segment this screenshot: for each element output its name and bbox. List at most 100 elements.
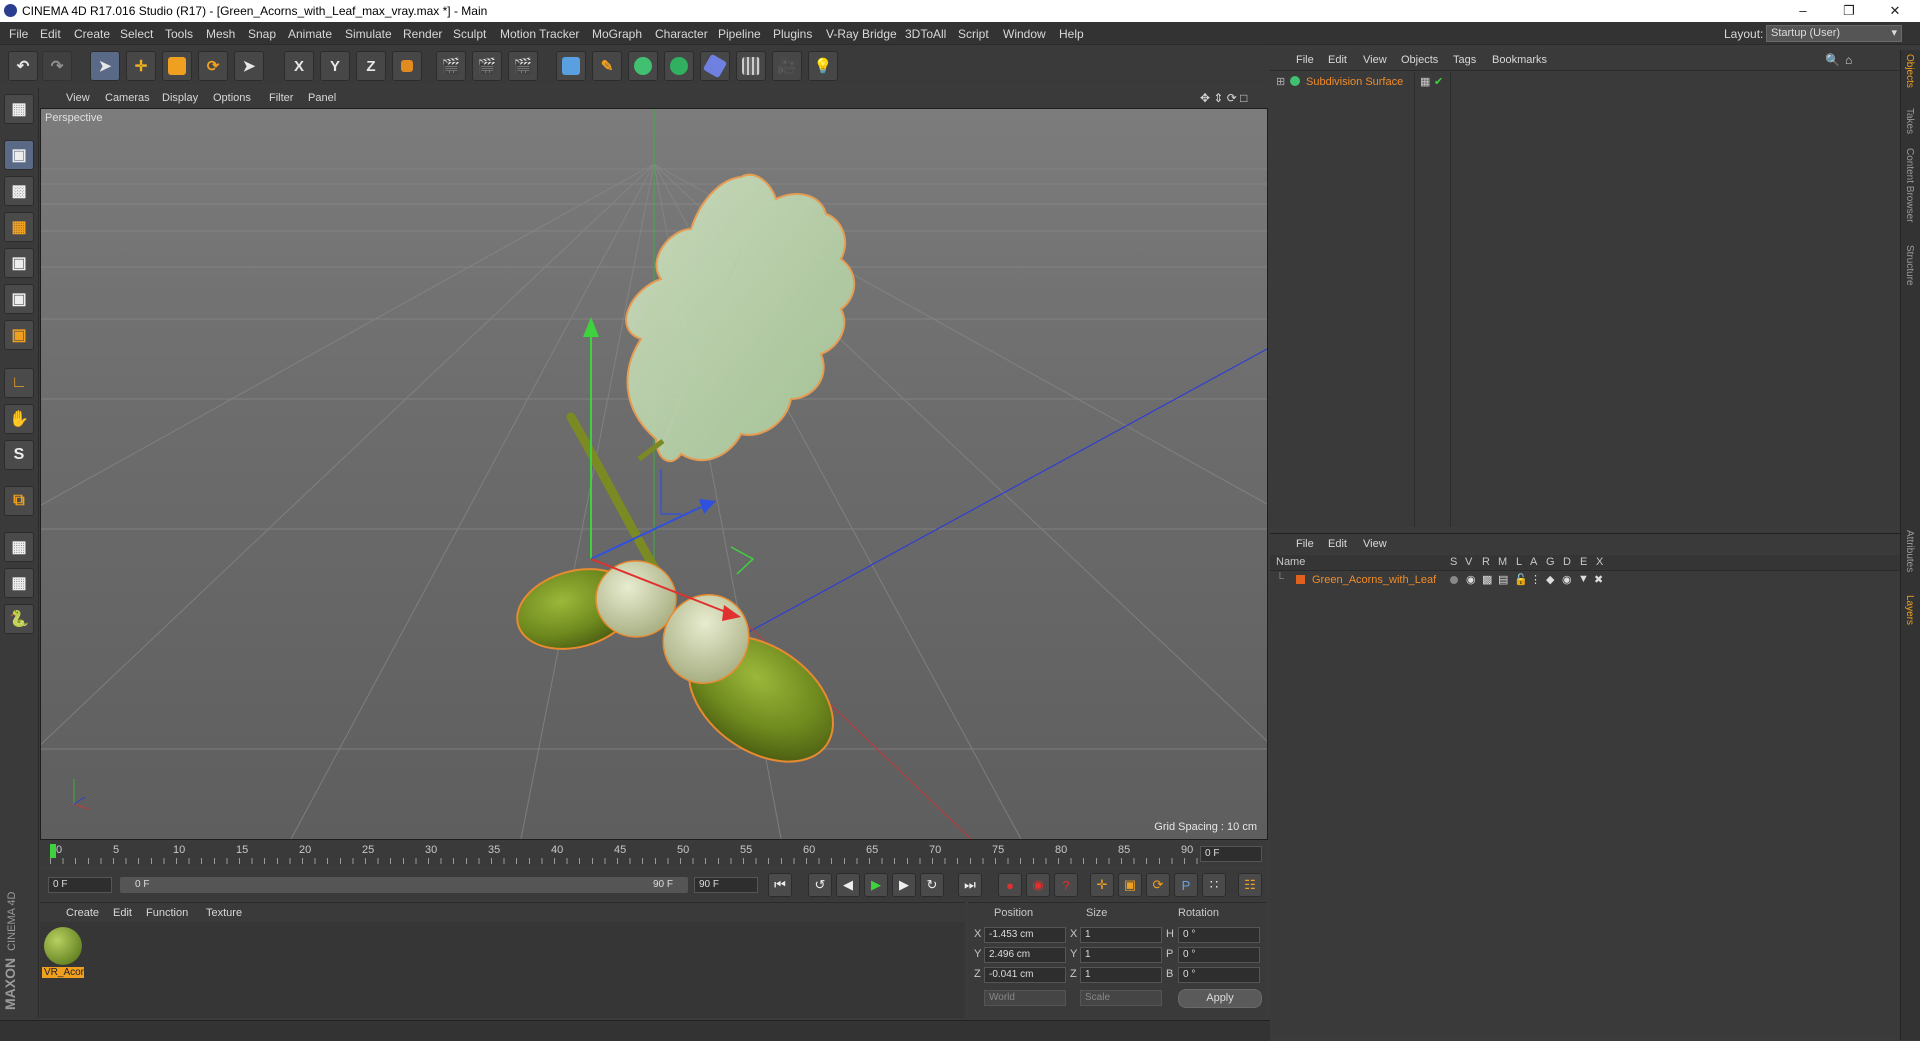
lock-toggle-icon[interactable]: 🔓 (1514, 573, 1528, 586)
objects-menu-tags[interactable]: Tags (1453, 54, 1476, 66)
move-tool-button[interactable]: ✛ (126, 51, 156, 81)
acorn-left-cap[interactable] (595, 560, 677, 638)
rotate-tool-button[interactable]: ⟳ (198, 51, 228, 81)
python-icon[interactable]: 🐍 (4, 604, 34, 634)
polygons-mode-button[interactable]: ▣ (4, 320, 34, 350)
layer-color-swatch[interactable] (1296, 575, 1305, 584)
size-y-field[interactable]: 1 (1080, 947, 1162, 963)
frame-range-slider[interactable]: 0 F 90 F (120, 877, 688, 893)
viewport-menu-options[interactable]: Options (213, 92, 251, 104)
points-mode-button[interactable]: ▣ (4, 248, 34, 278)
subdivision-button[interactable] (628, 51, 658, 81)
acorn-stem[interactable] (566, 412, 666, 584)
tab-objects[interactable]: Objects (1904, 54, 1915, 88)
previous-key-button[interactable]: ↺ (808, 873, 832, 897)
manager-toggle-icon[interactable]: ▤ (1498, 573, 1508, 586)
tab-attributes[interactable]: Attributes (1904, 530, 1915, 572)
tweak-mode-button[interactable]: ✋ (4, 404, 34, 434)
viewport-menu-cameras[interactable]: Cameras (105, 92, 150, 104)
autokeying-button[interactable]: ◉ (1026, 873, 1050, 897)
3d-viewport[interactable]: Perspective Grid Spacing : 10 cm (40, 108, 1268, 840)
tab-structure[interactable]: Structure (1904, 245, 1915, 286)
next-key-button[interactable]: ↻ (920, 873, 944, 897)
close-button[interactable]: ✕ (1872, 0, 1918, 22)
current-frame-field[interactable]: 0 F (1200, 846, 1262, 862)
menu-character[interactable]: Character (655, 27, 708, 41)
snap-button[interactable]: ⧉ (4, 486, 34, 516)
coordinate-system-button[interactable] (392, 51, 422, 81)
light-button[interactable]: 💡 (808, 51, 838, 81)
position-x-field[interactable]: -1.453 cm (984, 927, 1066, 943)
gizmo-y-arrow-icon[interactable] (583, 317, 599, 337)
layers-menu-file[interactable]: File (1296, 538, 1314, 550)
deformer-button[interactable] (700, 51, 730, 81)
objects-menu-edit[interactable]: Edit (1328, 54, 1347, 66)
menu-help[interactable]: Help (1059, 27, 1084, 41)
redo-button[interactable]: ↷ (42, 51, 72, 81)
rotation-h-field[interactable]: 0 ° (1178, 927, 1260, 943)
viewport-menu-display[interactable]: Display (162, 92, 198, 104)
menu-simulate[interactable]: Simulate (345, 27, 392, 41)
enabled-check-icon[interactable]: ✔ (1434, 75, 1443, 88)
render-settings-button[interactable]: 🎬 (508, 51, 538, 81)
scale-tool-button[interactable] (162, 51, 192, 81)
menu-snap[interactable]: Snap (248, 27, 276, 41)
undo-button[interactable]: ↶ (8, 51, 38, 81)
live-selection-button[interactable]: ➤ (234, 51, 264, 81)
restore-button[interactable]: ❐ (1826, 0, 1872, 22)
material-menu-edit[interactable]: Edit (113, 907, 132, 919)
play-button[interactable]: ▶ (864, 873, 888, 897)
edges-mode-button[interactable]: ▣ (4, 284, 34, 314)
objects-menu-file[interactable]: File (1296, 54, 1314, 66)
menu-select[interactable]: Select (120, 27, 153, 41)
viewport-menu-panel[interactable]: Panel (308, 92, 336, 104)
record-keys-button[interactable]: ● (998, 873, 1022, 897)
cloner-button[interactable] (664, 51, 694, 81)
rotation-b-field[interactable]: 0 ° (1178, 967, 1260, 983)
render-picture-viewer-button[interactable]: 🎬 (472, 51, 502, 81)
expand-icon[interactable]: ⊞ (1276, 75, 1285, 88)
size-z-field[interactable]: 1 (1080, 967, 1162, 983)
y-axis-button[interactable]: Y (320, 51, 350, 81)
material-manager[interactable]: VR_Acor (40, 922, 965, 1018)
menu-3dtoall[interactable]: 3DToAll (905, 27, 946, 41)
go-to-start-button[interactable]: ⏮ (768, 873, 792, 897)
expressions-toggle-icon[interactable]: ▼ (1578, 573, 1589, 585)
animation-toggle-icon[interactable]: ⋮ (1530, 573, 1541, 586)
floor-button[interactable] (736, 51, 766, 81)
layers-menu-view[interactable]: View (1363, 538, 1387, 550)
visibility-toggle-icon[interactable]: ▦ (1420, 75, 1430, 88)
tab-content-browser[interactable]: Content Browser (1904, 148, 1915, 222)
cube-object-button[interactable] (556, 51, 586, 81)
timeline-ruler[interactable]: 0 5 10 15 20 25 30 35 40 45 50 55 60 65 … (40, 842, 1266, 866)
menu-create[interactable]: Create (74, 27, 110, 41)
solo-toggle-icon[interactable] (1450, 576, 1458, 584)
material-menu-create[interactable]: Create (66, 907, 99, 919)
z-axis-button[interactable]: Z (356, 51, 386, 81)
key-pla-button[interactable]: ∷ (1202, 873, 1226, 897)
previous-frame-button[interactable]: ◀ (836, 873, 860, 897)
rotation-p-field[interactable]: 0 ° (1178, 947, 1260, 963)
menu-file[interactable]: File (9, 27, 28, 41)
render-view-button[interactable]: 🎬 (436, 51, 466, 81)
pen-spline-button[interactable]: ✎ (592, 51, 622, 81)
minimize-button[interactable]: – (1780, 0, 1826, 22)
objects-menu-objects[interactable]: Objects (1401, 54, 1438, 66)
menu-render[interactable]: Render (403, 27, 442, 41)
layers-menu-edit[interactable]: Edit (1328, 538, 1347, 550)
key-parameter-button[interactable]: P (1174, 873, 1198, 897)
gizmo-z-arrow-icon[interactable] (699, 499, 716, 514)
go-to-end-button[interactable]: ⏭ (958, 873, 982, 897)
tab-layers[interactable]: Layers (1904, 595, 1915, 625)
position-z-field[interactable]: -0.041 cm (984, 967, 1066, 983)
viewport-menu-view[interactable]: View (66, 92, 90, 104)
menu-sculpt[interactable]: Sculpt (453, 27, 486, 41)
object-row[interactable]: ⊞ Subdivision Surface ▦ ✔ (1272, 74, 1892, 90)
home-icon[interactable]: ⌂ (1845, 53, 1852, 67)
objects-menu-view[interactable]: View (1363, 54, 1387, 66)
menu-edit[interactable]: Edit (40, 27, 61, 41)
menu-window[interactable]: Window (1003, 27, 1046, 41)
lock-workplane-button[interactable]: ▦ (4, 532, 34, 562)
tab-takes[interactable]: Takes (1904, 108, 1915, 134)
menu-motion-tracker[interactable]: Motion Tracker (500, 27, 579, 41)
